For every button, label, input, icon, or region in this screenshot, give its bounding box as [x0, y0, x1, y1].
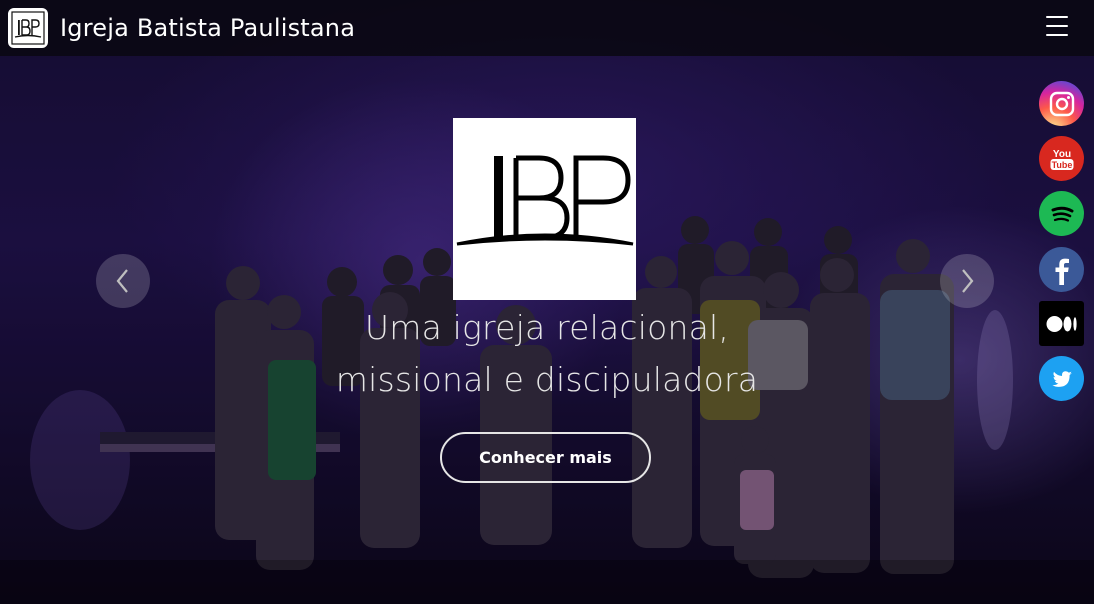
facebook-link[interactable]: [1039, 247, 1084, 292]
facebook-icon: [1055, 258, 1069, 285]
learn-more-button[interactable]: Conhecer mais: [440, 432, 651, 483]
chevron-right-icon: [962, 269, 974, 293]
instagram-icon: [1049, 91, 1074, 116]
medium-link[interactable]: [1039, 301, 1084, 346]
twitter-link[interactable]: [1039, 356, 1084, 401]
hero-tagline: Uma igreja relacional, missional e disci…: [247, 302, 847, 406]
carousel-next-button[interactable]: [940, 254, 994, 308]
instagram-link[interactable]: [1039, 81, 1084, 126]
svg-text:You: You: [1052, 149, 1070, 160]
svg-text:Tube: Tube: [1051, 160, 1072, 170]
spotify-icon: [1051, 206, 1073, 222]
ibp-logo-icon: [11, 11, 45, 45]
ibp-logo-mark: [456, 155, 634, 246]
nav-logo[interactable]: [8, 8, 48, 48]
hamburger-icon[interactable]: [1046, 16, 1068, 36]
twitter-icon: [1051, 370, 1072, 387]
tagline-line-1: Uma igreja relacional,: [364, 308, 730, 347]
medium-icon: [1046, 315, 1077, 332]
youtube-link[interactable]: You Tube: [1039, 136, 1084, 181]
ibp-logo: [453, 118, 636, 300]
navbar: Igreja Batista Paulistana: [0, 0, 1094, 56]
chevron-left-icon: [116, 269, 128, 293]
site-title[interactable]: Igreja Batista Paulistana: [60, 14, 355, 42]
youtube-icon: You Tube: [1050, 149, 1073, 170]
tagline-line-2: missional e discipuladora: [335, 360, 759, 399]
carousel-prev-button[interactable]: [96, 254, 150, 308]
spotify-link[interactable]: [1039, 191, 1084, 236]
